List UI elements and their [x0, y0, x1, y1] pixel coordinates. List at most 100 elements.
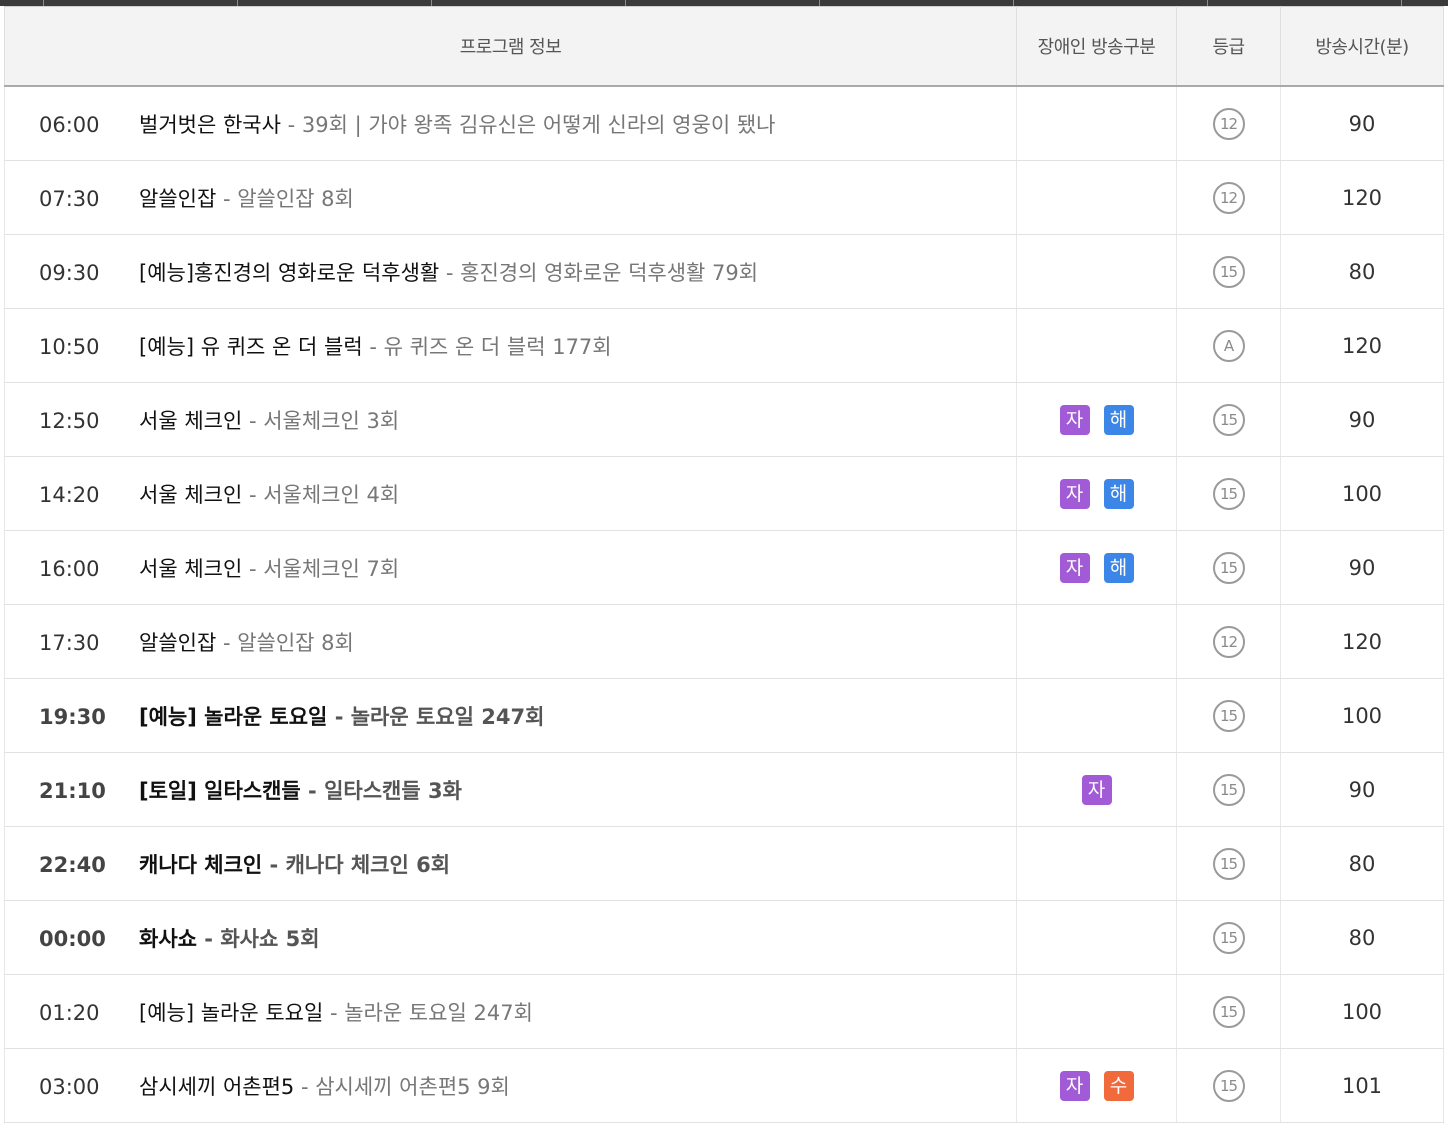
grade-cell: 15	[1176, 382, 1281, 457]
badge-hae: 해	[1103, 552, 1134, 583]
program-title[interactable]: 알쓸인잡	[139, 187, 216, 211]
program-title[interactable]: [예능] 놀라운 토요일	[139, 1001, 323, 1025]
table-row[interactable]: 17:30 알쓸인잡 - 알쓸인잡 8회 12 120	[4, 604, 1444, 679]
accessibility-cell	[1016, 234, 1177, 309]
program-title[interactable]: 캐나다 체크인	[139, 853, 262, 877]
program-episode: 화사쇼 5회	[220, 926, 320, 951]
table-row[interactable]: 09:30 [예능]홍진경의 영화로운 덕후생활 - 홍진경의 영화로운 덕후생활…	[4, 234, 1444, 309]
program-title[interactable]: 알쓸인잡	[139, 631, 216, 655]
program-info-cell: 10:50 [예능] 유 퀴즈 온 더 블럭 - 유 퀴즈 온 더 블럭 177회	[4, 308, 1017, 383]
table-row[interactable]: 10:50 [예능] 유 퀴즈 온 더 블럭 - 유 퀴즈 온 더 블럭 177회…	[4, 308, 1444, 383]
program-time: 22:40	[39, 852, 106, 877]
table-row[interactable]: 19:30 [예능] 놀라운 토요일 - 놀라운 토요일 247회 15 100	[4, 678, 1444, 753]
accessibility-cell	[1016, 604, 1177, 679]
title-separator: -	[196, 926, 221, 951]
grade-cell: 15	[1176, 1048, 1281, 1123]
title-separator: -	[300, 778, 325, 803]
badge-ja: 자	[1059, 552, 1090, 583]
program-title[interactable]: [토일] 일타스캔들	[139, 779, 301, 803]
program-title[interactable]: [예능] 놀라운 토요일	[139, 705, 327, 729]
duration-cell: 90	[1280, 86, 1444, 161]
table-row[interactable]: 00:00 화사쇼 - 화사쇼 5회 15 80	[4, 900, 1444, 975]
title-separator: -	[242, 482, 264, 507]
accessibility-cell	[1016, 86, 1177, 161]
header-duration: 방송시간(분)	[1280, 6, 1444, 87]
program-time: 01:20	[39, 1000, 100, 1025]
title-separator: -	[280, 112, 302, 137]
age-rating-icon: 12	[1212, 625, 1245, 658]
age-rating-icon: 15	[1212, 847, 1245, 880]
accessibility-cell	[1016, 900, 1177, 975]
badge-hae: 해	[1103, 478, 1134, 509]
program-title[interactable]: 삼시세끼 어촌편5	[139, 1075, 294, 1099]
program-time: 12:50	[39, 408, 100, 433]
program-title[interactable]: [예능]홍진경의 영화로운 덕후생활	[139, 261, 439, 285]
accessibility-cell: 자해	[1016, 456, 1177, 531]
program-info-cell: 22:40 캐나다 체크인 - 캐나다 체크인 6회	[4, 826, 1017, 901]
title-separator: -	[294, 1074, 316, 1099]
duration-cell: 80	[1280, 900, 1444, 975]
program-info-cell: 07:30 알쓸인잡 - 알쓸인잡 8회	[4, 160, 1017, 235]
accessibility-cell	[1016, 308, 1177, 383]
program-info-cell: 12:50 서울 체크인 - 서울체크인 3회	[4, 382, 1017, 457]
grade-cell: 12	[1176, 86, 1281, 161]
grade-cell: 15	[1176, 456, 1281, 531]
duration-cell: 90	[1280, 382, 1444, 457]
schedule-table-header: 프로그램 정보 장애인 방송구분 등급 방송시간(분)	[4, 6, 1444, 87]
grade-cell: 15	[1176, 530, 1281, 605]
program-info-cell: 03:00 삼시세끼 어촌편5 - 삼시세끼 어촌편5 9회	[4, 1048, 1017, 1123]
program-time: 03:00	[39, 1074, 100, 1099]
program-episode: 알쓸인잡 8회	[237, 186, 354, 211]
program-episode: 서울체크인 4회	[263, 482, 400, 507]
duration-cell: 80	[1280, 826, 1444, 901]
schedule-table-container: 프로그램 정보 장애인 방송구분 등급 방송시간(분) 06:00 벌거벗은 한국…	[4, 6, 1444, 1123]
accessibility-cell: 자해	[1016, 530, 1177, 605]
program-episode: 39회 | 가야 왕족 김유신은 어떻게 신라의 영웅이 됐나	[301, 112, 776, 137]
table-row[interactable]: 14:20 서울 체크인 - 서울체크인 4회 자해 15 100	[4, 456, 1444, 531]
title-separator: -	[242, 408, 264, 433]
program-title[interactable]: 서울 체크인	[139, 557, 242, 581]
table-row[interactable]: 21:10 [토일] 일타스캔들 - 일타스캔들 3화 자 15 90	[4, 752, 1444, 827]
program-episode: 서울체크인 7회	[263, 556, 400, 581]
age-rating-icon: A	[1212, 329, 1245, 362]
schedule-table: 프로그램 정보 장애인 방송구분 등급 방송시간(분) 06:00 벌거벗은 한국…	[4, 6, 1444, 1123]
age-rating-icon: 15	[1212, 1069, 1245, 1102]
program-title[interactable]: 벌거벗은 한국사	[139, 113, 281, 137]
table-row[interactable]: 07:30 알쓸인잡 - 알쓸인잡 8회 12 120	[4, 160, 1444, 235]
duration-cell: 120	[1280, 604, 1444, 679]
title-separator: -	[439, 260, 461, 285]
grade-cell: 15	[1176, 900, 1281, 975]
program-title[interactable]: 화사쇼	[139, 927, 197, 951]
program-episode: 일타스캔들 3화	[324, 778, 462, 803]
program-title[interactable]: 서울 체크인	[139, 409, 242, 433]
program-time: 16:00	[39, 556, 100, 581]
age-rating-icon: 12	[1212, 181, 1245, 214]
program-time: 00:00	[39, 926, 106, 951]
header-program-info: 프로그램 정보	[4, 6, 1017, 87]
age-rating-icon: 15	[1212, 921, 1245, 954]
program-episode: 놀라운 토요일 247회	[350, 704, 545, 729]
schedule-table-body: 06:00 벌거벗은 한국사 - 39회 | 가야 왕족 김유신은 어떻게 신라의…	[4, 86, 1444, 1123]
age-rating-icon: 15	[1212, 403, 1245, 436]
table-row[interactable]: 16:00 서울 체크인 - 서울체크인 7회 자해 15 90	[4, 530, 1444, 605]
age-rating-icon: 12	[1212, 107, 1245, 140]
program-time: 06:00	[39, 112, 100, 137]
program-info-cell: 17:30 알쓸인잡 - 알쓸인잡 8회	[4, 604, 1017, 679]
program-episode: 캐나다 체크인 6회	[285, 852, 451, 877]
table-row[interactable]: 22:40 캐나다 체크인 - 캐나다 체크인 6회 15 80	[4, 826, 1444, 901]
program-title[interactable]: 서울 체크인	[139, 483, 242, 507]
duration-cell: 100	[1280, 678, 1444, 753]
duration-cell: 101	[1280, 1048, 1444, 1123]
grade-cell: 15	[1176, 678, 1281, 753]
table-row[interactable]: 01:20 [예능] 놀라운 토요일 - 놀라운 토요일 247회 15 100	[4, 974, 1444, 1049]
title-separator: -	[262, 852, 286, 877]
table-row[interactable]: 06:00 벌거벗은 한국사 - 39회 | 가야 왕족 김유신은 어떻게 신라의…	[4, 86, 1444, 161]
program-title[interactable]: [예능] 유 퀴즈 온 더 블럭	[139, 335, 363, 359]
table-row[interactable]: 12:50 서울 체크인 - 서울체크인 3회 자해 15 90	[4, 382, 1444, 457]
badge-hae: 해	[1103, 404, 1134, 435]
program-episode: 유 퀴즈 온 더 블럭 177회	[383, 334, 612, 359]
program-time: 14:20	[39, 482, 100, 507]
accessibility-cell: 자	[1016, 752, 1177, 827]
table-row[interactable]: 03:00 삼시세끼 어촌편5 - 삼시세끼 어촌편5 9회 자수 15 101	[4, 1048, 1444, 1123]
grade-cell: 15	[1176, 826, 1281, 901]
